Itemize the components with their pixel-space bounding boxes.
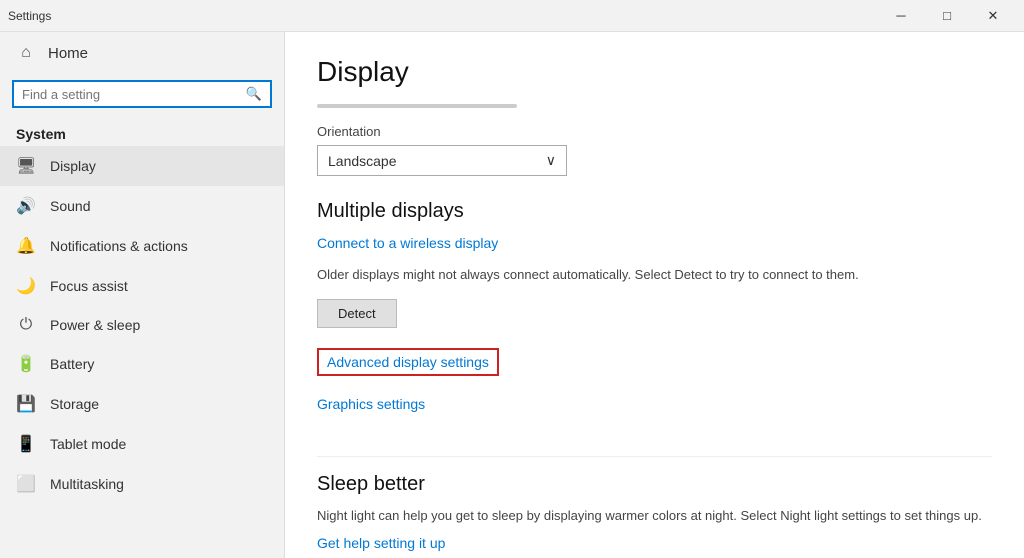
main-container: ⌂ Home 🔍 System 🖥 Display 🔊 Sound 🔔 Noti… [0,32,1024,558]
sidebar-item-tablet-label: Tablet mode [50,436,126,452]
restore-button[interactable]: □ [924,0,970,32]
sleep-description: Night light can help you get to sleep by… [317,506,992,526]
titlebar: Settings ─ □ ✕ [0,0,1024,32]
orientation-value: Landscape [328,153,397,169]
sidebar-item-storage[interactable]: 💾 Storage [0,384,284,424]
advanced-display-settings-link[interactable]: Advanced display settings [327,354,489,370]
sidebar-item-display-label: Display [50,158,96,174]
sidebar-item-battery[interactable]: 🔋 Battery [0,344,284,384]
orientation-label: Orientation [317,124,992,139]
search-box: 🔍 [12,80,272,108]
minimize-button[interactable]: ─ [878,0,924,32]
titlebar-title: Settings [8,9,51,23]
content-area: Display Orientation Landscape ∨ Multiple… [285,32,1024,558]
sound-icon: 🔊 [16,196,36,216]
sidebar: ⌂ Home 🔍 System 🖥 Display 🔊 Sound 🔔 Noti… [0,32,285,558]
advanced-display-wrapper: Advanced display settings [317,348,992,386]
sidebar-item-sound-label: Sound [50,198,90,214]
sidebar-item-storage-label: Storage [50,396,99,412]
graphics-settings-link[interactable]: Graphics settings [317,396,425,412]
sidebar-item-display[interactable]: 🖥 Display [0,146,284,186]
multiple-displays-heading: Multiple displays [317,200,992,223]
notifications-icon: 🔔 [16,236,36,256]
search-icon: 🔍 [246,86,262,102]
section-divider [317,456,992,457]
home-icon: ⌂ [16,44,36,62]
scroll-indicator [317,104,517,108]
focus-icon: 🌙 [16,276,36,296]
sidebar-item-tablet[interactable]: 📱 Tablet mode [0,424,284,464]
sidebar-item-focus-label: Focus assist [50,278,128,294]
sidebar-item-battery-label: Battery [50,356,94,372]
storage-icon: 💾 [16,394,36,414]
display-icon: 🖥 [16,156,36,176]
graphics-link-wrapper: Graphics settings [317,396,992,436]
sidebar-item-multitasking-label: Multitasking [50,476,124,492]
advanced-display-link-box: Advanced display settings [317,348,499,376]
sidebar-item-sound[interactable]: 🔊 Sound [0,186,284,226]
sidebar-item-multitasking[interactable]: ⬜ Multitasking [0,464,284,504]
search-input[interactable] [22,87,240,102]
multitasking-icon: ⬜ [16,474,36,494]
battery-icon: 🔋 [16,354,36,374]
titlebar-controls: ─ □ ✕ [878,0,1016,32]
chevron-down-icon: ∨ [546,152,556,169]
tablet-icon: 📱 [16,434,36,454]
sidebar-item-home[interactable]: ⌂ Home [0,32,284,74]
sleep-heading: Sleep better [317,473,992,496]
connect-wireless-link[interactable]: Connect to a wireless display [317,235,498,251]
close-button[interactable]: ✕ [970,0,1016,32]
detect-button[interactable]: Detect [317,299,397,328]
sidebar-section-label: System [0,118,284,146]
sidebar-item-power-label: Power & sleep [50,317,140,333]
power-icon: ⏻ [16,316,36,334]
sidebar-item-focus[interactable]: 🌙 Focus assist [0,266,284,306]
sidebar-item-notifications[interactable]: 🔔 Notifications & actions [0,226,284,266]
night-light-link[interactable]: Get help setting it up [317,535,445,551]
sidebar-item-power[interactable]: ⏻ Power & sleep [0,306,284,344]
sidebar-item-notifications-label: Notifications & actions [50,238,188,254]
orientation-dropdown[interactable]: Landscape ∨ [317,145,567,176]
search-wrapper: 🔍 [0,74,284,118]
sidebar-home-label: Home [48,45,88,62]
detect-description: Older displays might not always connect … [317,265,992,285]
page-title: Display [317,56,992,88]
